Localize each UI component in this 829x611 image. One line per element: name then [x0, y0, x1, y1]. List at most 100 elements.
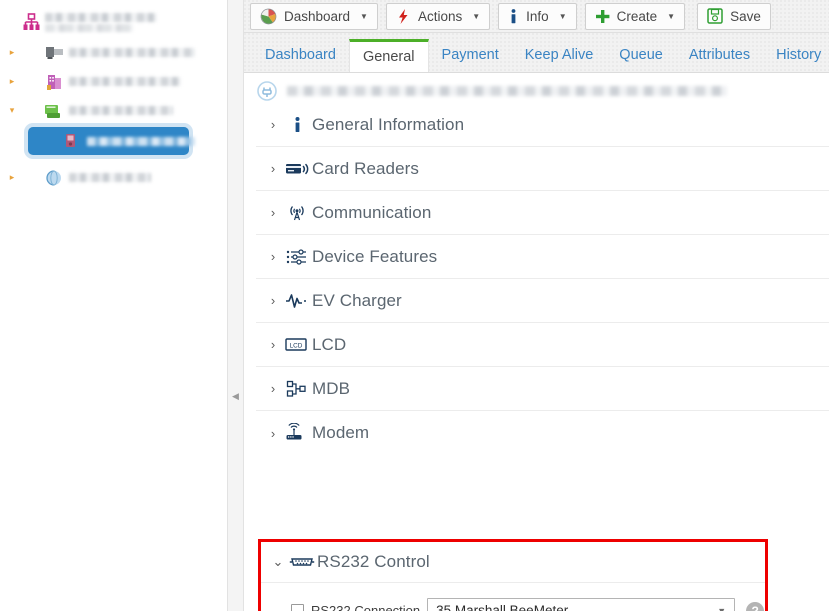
section-label: EV Charger — [312, 290, 402, 310]
tree-expander-collapsed-icon[interactable]: ▸ — [4, 170, 20, 186]
svg-text:LCD: LCD — [290, 342, 303, 349]
chevron-down-icon[interactable]: ▼ — [667, 12, 675, 21]
redacted-breadcrumb-text — [287, 86, 727, 96]
section-communication[interactable]: › Communication — [256, 191, 829, 235]
tree-node-5[interactable]: ▸ — [0, 163, 227, 192]
chevron-right-icon[interactable]: › — [264, 293, 282, 308]
tab-keep-alive[interactable]: Keep Alive — [512, 39, 607, 72]
tab-dashboard[interactable]: Dashboard — [252, 39, 349, 72]
section-modem[interactable]: › Modem — [256, 411, 829, 455]
create-button[interactable]: Create ▼ — [584, 2, 686, 30]
antenna-icon — [282, 203, 312, 223]
redacted-text — [69, 173, 151, 182]
section-ev-charger[interactable]: › EV Charger — [256, 279, 829, 323]
globe-icon — [44, 168, 66, 188]
section-rs232-control[interactable]: ⌄ RS232 Control — [261, 542, 765, 583]
tree-expander-collapsed-icon[interactable]: ▸ — [4, 45, 20, 61]
group-icon — [44, 101, 66, 121]
save-button[interactable]: Save — [697, 2, 771, 30]
building-icon — [44, 72, 66, 92]
section-device-features[interactable]: › Device Features — [256, 235, 829, 279]
tree-node-3[interactable]: ▾ — [0, 96, 227, 125]
redacted-text — [69, 77, 181, 86]
section-label: Device Features — [312, 246, 438, 266]
section-general-information[interactable]: › General Information — [256, 103, 829, 147]
tab-history[interactable]: History — [763, 39, 829, 72]
tab-attributes[interactable]: Attributes — [676, 39, 763, 72]
actions-button-label: Actions — [417, 8, 463, 24]
chevron-right-icon[interactable]: › — [264, 117, 282, 132]
sliders-icon — [282, 248, 312, 266]
chevron-right-icon[interactable]: › — [264, 337, 282, 352]
breadcrumb — [256, 73, 829, 103]
section-label: General Information — [312, 114, 465, 134]
tree-expander-collapsed-icon[interactable]: ▸ — [4, 74, 20, 90]
chevron-down-icon[interactable]: ▼ — [717, 606, 726, 611]
main-pane: Dashboard ▼ Actions ▼ Info ▼ Create ▼ Sa… — [244, 0, 829, 611]
general-tab-content: › General Information › Card Readers › C… — [244, 73, 829, 611]
collapse-panel-handle[interactable]: ◀ — [231, 388, 240, 404]
info-button[interactable]: Info ▼ — [498, 2, 577, 30]
ev-plug-icon — [256, 80, 278, 102]
create-button-label: Create — [616, 8, 658, 24]
hierarchy-icon — [20, 12, 42, 32]
rs232-connection-checkbox[interactable] — [291, 604, 304, 611]
network-icon — [282, 380, 312, 398]
info-icon — [282, 116, 312, 134]
redacted-text — [69, 106, 173, 115]
device-icon — [62, 131, 84, 151]
plus-icon — [595, 9, 610, 24]
redacted-text — [45, 12, 157, 22]
rs232-connection-dropdown[interactable]: 35 Marshall BeeMeter ▼ — [427, 597, 736, 611]
tab-payment[interactable]: Payment — [429, 39, 512, 72]
tab-general[interactable]: General — [348, 39, 429, 72]
chevron-right-icon[interactable]: › — [264, 249, 282, 264]
application-window: ▸ ▸ ▾ ▸ ◀ Dashboard ▼ Actions ▼ Info ▼ C… — [0, 0, 829, 611]
lcd-icon: LCD — [282, 337, 312, 353]
tab-bar: Dashboard General Payment Keep Alive Que… — [244, 33, 829, 73]
dashboard-button-label: Dashboard — [284, 8, 351, 24]
server-icon — [44, 43, 66, 63]
redacted-text — [87, 136, 195, 146]
chevron-right-icon[interactable]: › — [264, 205, 282, 220]
dashboard-button[interactable]: Dashboard ▼ — [250, 2, 378, 30]
chevron-down-icon[interactable]: ▼ — [360, 12, 368, 21]
pulse-icon — [282, 292, 312, 310]
chevron-right-icon[interactable]: › — [264, 161, 282, 176]
tree-root: ▸ ▸ ▾ ▸ — [0, 0, 227, 192]
section-label: RS232 Control — [317, 552, 430, 571]
floppy-disk-icon — [707, 8, 723, 24]
section-lcd[interactable]: › LCD LCD — [256, 323, 829, 367]
lightning-icon — [396, 8, 411, 25]
chevron-right-icon[interactable]: › — [264, 381, 282, 396]
redacted-text — [45, 23, 133, 32]
help-icon[interactable]: ? — [746, 601, 765, 611]
tree-node-4-selected[interactable]: ▸ — [0, 125, 227, 157]
redacted-text — [69, 48, 195, 57]
info-button-label: Info — [526, 8, 549, 24]
tree-node-1[interactable]: ▸ — [0, 38, 227, 67]
chevron-down-icon[interactable]: ▼ — [472, 12, 480, 21]
chevron-down-icon[interactable]: ⌄ — [269, 554, 287, 570]
card-reader-icon — [282, 160, 312, 178]
serial-port-icon — [287, 555, 317, 569]
pie-chart-icon — [260, 8, 277, 25]
save-button-label: Save — [730, 8, 761, 24]
panel-splitter[interactable]: ◀ — [228, 0, 244, 611]
section-label: Modem — [312, 423, 370, 442]
tree-node-root[interactable]: ▸ — [0, 6, 227, 38]
section-label: Card Readers — [312, 158, 420, 178]
chevron-down-icon[interactable]: ▼ — [559, 12, 567, 21]
main-toolbar: Dashboard ▼ Actions ▼ Info ▼ Create ▼ Sa… — [244, 0, 829, 33]
tree-expander-expanded-icon[interactable]: ▾ — [4, 103, 20, 119]
tab-queue[interactable]: Queue — [606, 39, 676, 72]
tree-node-content: ▸ — [4, 131, 195, 151]
section-label: Communication — [312, 202, 432, 222]
section-label: LCD — [312, 334, 347, 354]
section-card-readers[interactable]: › Card Readers — [256, 147, 829, 191]
chevron-right-icon[interactable]: › — [264, 426, 282, 441]
actions-button[interactable]: Actions ▼ — [385, 2, 491, 30]
tree-node-2[interactable]: ▸ — [0, 67, 227, 96]
rs232-control-highlight-box: ⌄ RS232 Control RS232 Connection 35 Mars… — [258, 539, 768, 611]
section-mdb[interactable]: › MDB — [256, 367, 829, 411]
